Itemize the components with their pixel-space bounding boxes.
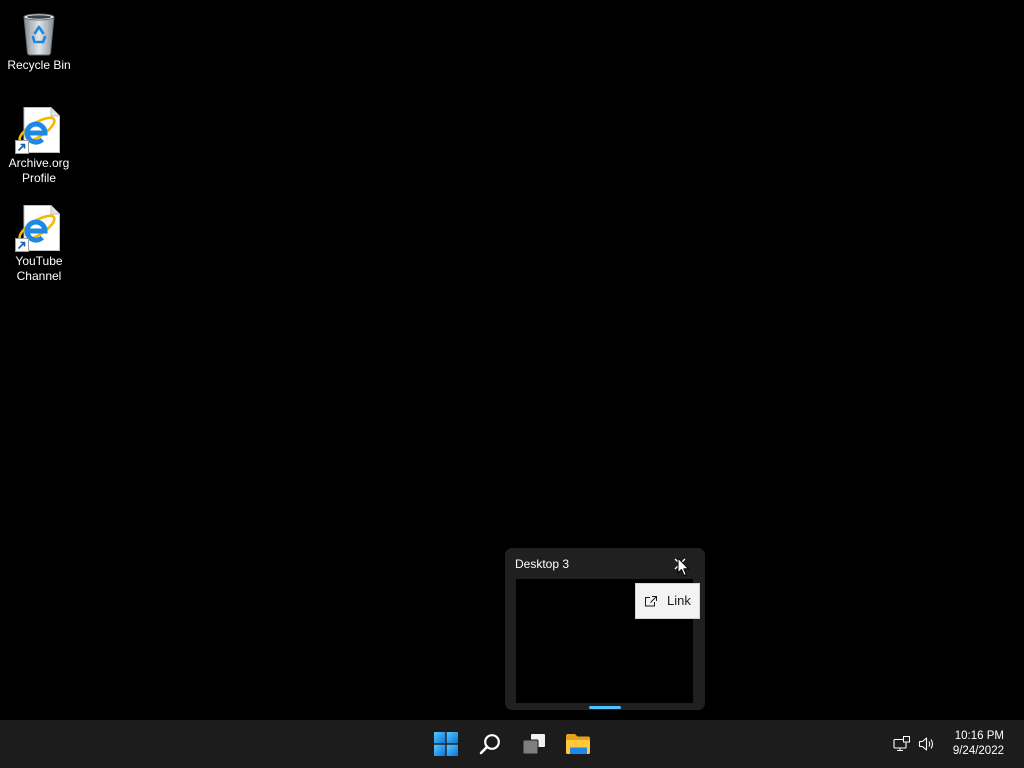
desktop-icon-label: YouTube Channel <box>15 254 63 283</box>
search-button[interactable] <box>470 724 510 764</box>
task-view-icon <box>521 733 547 755</box>
network-icon <box>893 736 910 752</box>
quick-settings-button[interactable] <box>888 724 940 764</box>
tooltip: Link <box>635 583 700 619</box>
desktop-icon-label: Recycle Bin <box>7 58 71 72</box>
recycle-bin-icon <box>15 8 63 56</box>
desktop-icon-label: Archive.org Profile <box>8 156 70 185</box>
clock-button[interactable]: 10:16 PM 9/24/2022 <box>944 724 1012 764</box>
file-explorer-button[interactable] <box>558 724 598 764</box>
active-desktop-indicator <box>589 706 621 709</box>
tooltip-label: Link <box>667 593 691 608</box>
clock-time: 10:16 PM <box>954 730 1004 742</box>
clock-date: 9/24/2022 <box>952 745 1004 757</box>
desktop-thumbnail-flyout[interactable]: Desktop 3 <box>505 548 705 710</box>
close-icon <box>674 558 686 570</box>
search-icon <box>479 733 501 755</box>
close-desktop-button[interactable] <box>668 552 692 576</box>
volume-icon <box>918 736 935 752</box>
flyout-title: Desktop 3 <box>515 557 570 571</box>
internet-explorer-shortcut-icon <box>15 106 63 154</box>
internet-explorer-shortcut-icon <box>15 204 63 252</box>
task-view-button[interactable] <box>514 724 554 764</box>
desktop-icon-archive-org-profile[interactable]: Archive.org Profile <box>1 102 77 194</box>
start-button[interactable] <box>426 724 466 764</box>
file-explorer-icon <box>565 733 591 755</box>
windows-logo-icon <box>434 732 458 756</box>
desktop-icon-recycle-bin[interactable]: Recycle Bin <box>1 4 77 96</box>
desktop-icon-youtube-channel[interactable]: YouTube Channel <box>1 200 77 292</box>
taskbar: 10:16 PM 9/24/2022 <box>0 720 1024 768</box>
link-icon <box>644 595 657 607</box>
